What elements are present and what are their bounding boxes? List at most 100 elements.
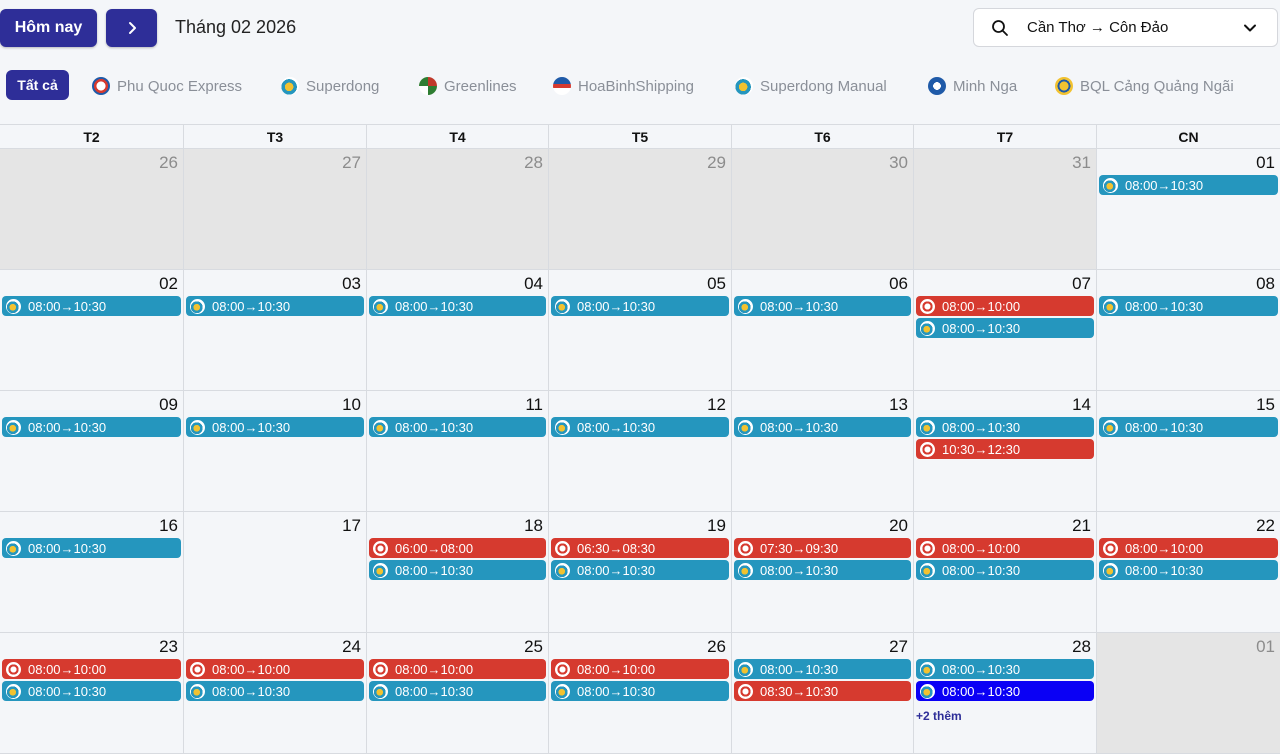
- superdong-logo-icon: [920, 320, 935, 336]
- trip-event-superdong[interactable]: 08:00→10:30: [916, 560, 1094, 580]
- trip-event-superdong[interactable]: 08:00→10:30: [1099, 560, 1278, 580]
- search-icon: [992, 20, 1008, 36]
- day-cell[interactable]: 27 08:00→10:30 08:30→10:30: [731, 633, 913, 754]
- filter-chip-superdong-manual[interactable]: Superdong Manual: [735, 75, 887, 97]
- day-cell[interactable]: 29: [548, 149, 731, 270]
- trip-event-phu-quoc-express[interactable]: 08:00→10:00: [1099, 538, 1278, 558]
- trip-event-phu-quoc-express[interactable]: 08:00→10:00: [551, 659, 729, 679]
- day-cell[interactable]: 05 08:00→10:30: [548, 270, 731, 391]
- day-cell[interactable]: 28 08:00→10:30 08:00→10:30 +2 thêm: [913, 633, 1096, 754]
- day-cell[interactable]: 11 08:00→10:30: [366, 391, 548, 512]
- trip-event-phu-quoc-express[interactable]: 08:00→10:00: [916, 538, 1094, 558]
- trip-event-superdong[interactable]: 08:00→10:30: [369, 296, 546, 316]
- trip-event-superdong[interactable]: 08:00→10:30: [916, 318, 1094, 338]
- day-cell[interactable]: 13 08:00→10:30: [731, 391, 913, 512]
- filter-chip-hoabinh[interactable]: HoaBinhShipping: [553, 75, 694, 97]
- filter-chip-superdong[interactable]: Superdong: [281, 75, 379, 97]
- next-month-button[interactable]: [106, 9, 157, 47]
- day-cell[interactable]: 08 08:00→10:30: [1096, 270, 1280, 391]
- route-select[interactable]: Cần Thơ → Côn Đảo: [973, 8, 1278, 47]
- day-number: 26: [159, 153, 178, 172]
- day-cell[interactable]: 12 08:00→10:30: [548, 391, 731, 512]
- day-cell[interactable]: 26: [0, 149, 183, 270]
- day-cell[interactable]: 06 08:00→10:30: [731, 270, 913, 391]
- trip-event-superdong[interactable]: 08:00→10:30: [1099, 417, 1278, 437]
- trip-event-superdong[interactable]: 08:00→10:30: [186, 681, 364, 701]
- day-cell[interactable]: 18 06:00→08:00 08:00→10:30: [366, 512, 548, 633]
- day-cell[interactable]: 24 08:00→10:00 08:00→10:30: [183, 633, 366, 754]
- filter-chip-minh-nga[interactable]: Minh Nga: [928, 75, 1017, 97]
- trip-event-phu-quoc-express[interactable]: 08:00→10:00: [369, 659, 546, 679]
- day-number: 01: [1256, 153, 1275, 172]
- trip-event-phu-quoc-express[interactable]: 10:30→12:30: [916, 439, 1094, 459]
- trip-event-phu-quoc-express[interactable]: 08:00→10:00: [2, 659, 181, 679]
- trip-event-phu-quoc-express[interactable]: 06:30→08:30: [551, 538, 729, 558]
- trip-event-superdong[interactable]: 08:00→10:30: [916, 659, 1094, 679]
- trip-event-superdong[interactable]: 08:00→10:30: [2, 296, 181, 316]
- day-cell[interactable]: 16 08:00→10:30: [0, 512, 183, 633]
- day-cell[interactable]: 01 08:00→10:30: [1096, 149, 1280, 270]
- day-cell[interactable]: 15 08:00→10:30: [1096, 391, 1280, 512]
- day-cell[interactable]: 22 08:00→10:00 08:00→10:30: [1096, 512, 1280, 633]
- trip-event-superdong[interactable]: 08:00→10:30: [551, 417, 729, 437]
- trip-event-phu-quoc-express[interactable]: 06:00→08:00: [369, 538, 546, 558]
- trip-event-superdong[interactable]: 08:00→10:30: [734, 296, 911, 316]
- trip-event-superdong[interactable]: 08:00→10:30: [1099, 175, 1278, 195]
- day-cell[interactable]: 25 08:00→10:00 08:00→10:30: [366, 633, 548, 754]
- trip-time: 08:00→10:30: [577, 298, 656, 314]
- trip-event-phu-quoc-express[interactable]: 07:30→09:30: [734, 538, 911, 558]
- trip-event-phu-quoc-express[interactable]: 08:30→10:30: [734, 681, 911, 701]
- day-cell[interactable]: 30: [731, 149, 913, 270]
- day-cell[interactable]: 03 08:00→10:30: [183, 270, 366, 391]
- trip-event-superdong[interactable]: 08:00→10:30: [369, 417, 546, 437]
- trip-event-superdong[interactable]: 08:00→10:30: [369, 681, 546, 701]
- trip-event-phu-quoc-express[interactable]: 08:00→10:00: [186, 659, 364, 679]
- trip-event-superdong[interactable]: 08:00→10:30: [551, 681, 729, 701]
- day-cell[interactable]: 09 08:00→10:30: [0, 391, 183, 512]
- day-number: 25: [524, 637, 543, 656]
- trip-event-superdong[interactable]: 08:00→10:30: [2, 417, 181, 437]
- day-cell[interactable]: 02 08:00→10:30: [0, 270, 183, 391]
- trip-event-superdong[interactable]: 08:00→10:30: [916, 417, 1094, 437]
- filter-chip-greenlines[interactable]: Greenlines: [419, 75, 517, 97]
- day-cell[interactable]: 26 08:00→10:00 08:00→10:30: [548, 633, 731, 754]
- trip-time: 08:00→10:00: [395, 661, 474, 677]
- trip-time: 06:30→08:30: [577, 540, 656, 556]
- day-cell[interactable]: 01: [1096, 633, 1280, 754]
- day-cell[interactable]: 07 08:00→10:00 08:00→10:30: [913, 270, 1096, 391]
- day-cell[interactable]: 28: [366, 149, 548, 270]
- trip-event-superdong[interactable]: 08:00→10:30: [551, 560, 729, 580]
- day-cell[interactable]: 23 08:00→10:00 08:00→10:30: [0, 633, 183, 754]
- day-number: 13: [889, 395, 908, 414]
- trip-event-superdong[interactable]: 08:00→10:30: [2, 681, 181, 701]
- more-events-link[interactable]: +2 thêm: [916, 709, 962, 723]
- trip-event-superdong[interactable]: 08:00→10:30: [2, 538, 181, 558]
- trip-event-superdong[interactable]: 08:00→10:30: [734, 659, 911, 679]
- day-cell[interactable]: 14 08:00→10:30 10:30→12:30: [913, 391, 1096, 512]
- day-cell[interactable]: 19 06:30→08:30 08:00→10:30: [548, 512, 731, 633]
- trip-event-superdong[interactable]: 08:00→10:30: [734, 560, 911, 580]
- trip-event-superdong[interactable]: 08:00→10:30: [734, 417, 911, 437]
- trip-event-superdong[interactable]: 08:00→10:30: [916, 681, 1094, 701]
- trip-event-superdong[interactable]: 08:00→10:30: [1099, 296, 1278, 316]
- day-cell[interactable]: 27: [183, 149, 366, 270]
- trip-event-superdong[interactable]: 08:00→10:30: [369, 560, 546, 580]
- day-cell[interactable]: 10 08:00→10:30: [183, 391, 366, 512]
- day-cell[interactable]: 20 07:30→09:30 08:00→10:30: [731, 512, 913, 633]
- day-cell[interactable]: 21 08:00→10:00 08:00→10:30: [913, 512, 1096, 633]
- day-number: 09: [159, 395, 178, 414]
- today-button[interactable]: Hôm nay: [0, 9, 97, 47]
- day-cell[interactable]: 04 08:00→10:30: [366, 270, 548, 391]
- trip-event-superdong[interactable]: 08:00→10:30: [551, 296, 729, 316]
- day-number: 19: [707, 516, 726, 535]
- day-number: 21: [1072, 516, 1091, 535]
- trip-event-superdong[interactable]: 08:00→10:30: [186, 296, 364, 316]
- filter-chip-bql-cang[interactable]: BQL Cảng Quảng Ngãi: [1055, 75, 1234, 97]
- trip-time: 07:30→09:30: [760, 540, 839, 556]
- trip-event-phu-quoc-express[interactable]: 08:00→10:00: [916, 296, 1094, 316]
- day-cell[interactable]: 31: [913, 149, 1096, 270]
- filter-all-chip[interactable]: Tất cả: [6, 70, 69, 100]
- filter-chip-phu-quoc-express[interactable]: Phu Quoc Express: [92, 75, 242, 97]
- day-cell[interactable]: 17: [183, 512, 366, 633]
- trip-event-superdong[interactable]: 08:00→10:30: [186, 417, 364, 437]
